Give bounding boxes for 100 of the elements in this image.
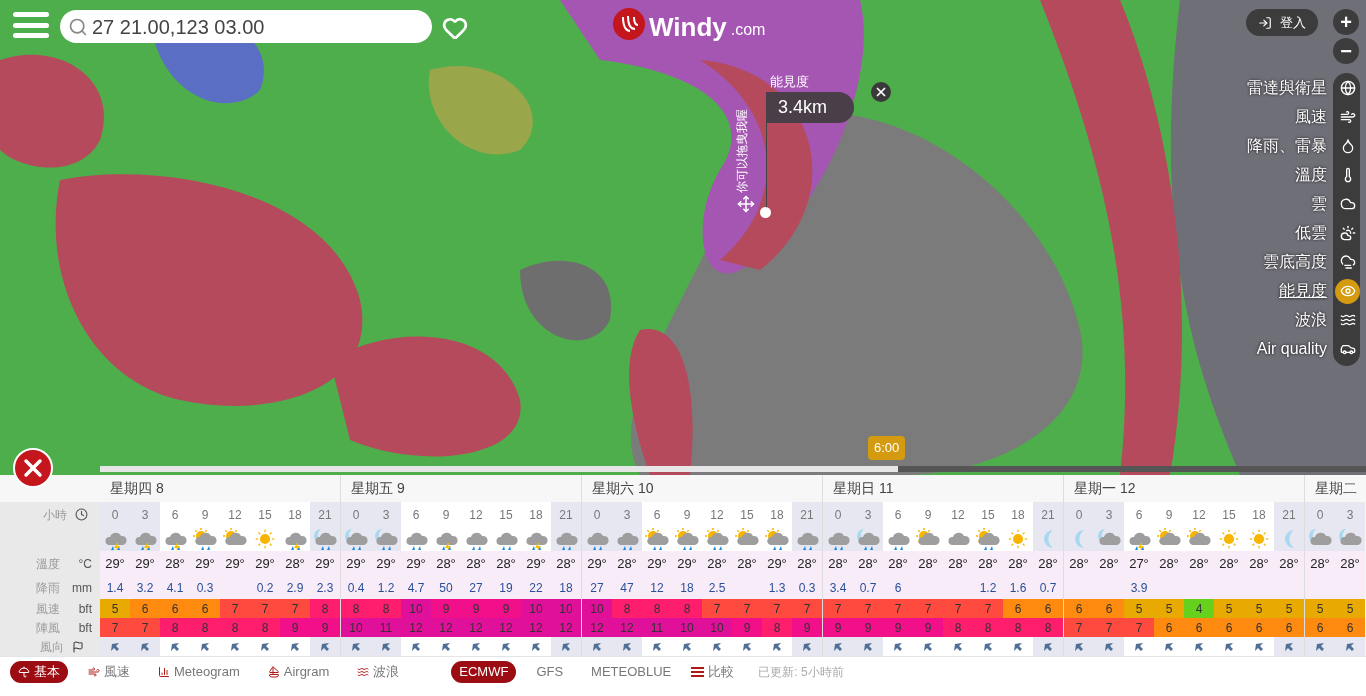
layer-item[interactable]: 能見度 bbox=[1279, 278, 1360, 304]
view-tab[interactable]: Airgram bbox=[259, 661, 338, 683]
day-label: 星期五 9 bbox=[351, 479, 405, 498]
gust-value: 8 bbox=[1003, 618, 1033, 637]
layer-item[interactable]: 溫度 bbox=[1295, 162, 1360, 188]
view-tab[interactable]: Meteogram bbox=[150, 661, 248, 683]
sun-icon bbox=[1007, 528, 1029, 550]
temperature-value: 28° bbox=[917, 555, 939, 574]
wind-icon bbox=[1339, 109, 1356, 125]
hour-label: 9 bbox=[200, 506, 210, 524]
gust-value: 12 bbox=[521, 618, 551, 637]
layer-item[interactable]: 雲底高度 bbox=[1263, 249, 1360, 275]
view-tab[interactable]: 風速 bbox=[80, 661, 138, 683]
hour-label: 12 bbox=[1191, 506, 1207, 524]
layer-item[interactable]: Air quality bbox=[1256, 336, 1360, 362]
hour-label: 18 bbox=[1251, 506, 1267, 524]
view-tab[interactable]: 波浪 bbox=[349, 661, 408, 683]
hour-label: 3 bbox=[381, 506, 391, 524]
gust-value: 7 bbox=[130, 618, 160, 637]
gust-value: 10 bbox=[672, 618, 702, 637]
layer-item[interactable]: 雷達與衛星 bbox=[1247, 75, 1360, 101]
temperature-value: 29° bbox=[134, 555, 156, 574]
wind-value: 6 bbox=[190, 599, 220, 618]
wind-arrow-icon bbox=[380, 640, 392, 653]
wind-value: 7 bbox=[883, 599, 913, 618]
menu-icon[interactable] bbox=[13, 12, 49, 38]
hour-label: 0 bbox=[351, 506, 361, 524]
rain-value: 4.1 bbox=[165, 580, 185, 597]
model-tab[interactable]: METEOBLUE bbox=[583, 661, 680, 683]
temperature-value: 28° bbox=[857, 555, 879, 574]
sun-icon bbox=[1218, 528, 1240, 550]
cloud-icon bbox=[1339, 225, 1356, 241]
gust-value: 12 bbox=[401, 618, 431, 637]
wind-arrow-icon bbox=[1223, 640, 1235, 653]
view-tab[interactable]: 基本 bbox=[10, 661, 68, 683]
hour-label: 12 bbox=[227, 506, 243, 524]
sun-rain-icon bbox=[191, 527, 219, 551]
temperature-value: 29° bbox=[254, 555, 276, 574]
rain-value: 6 bbox=[893, 580, 903, 597]
hour-label: 0 bbox=[1315, 506, 1325, 524]
temperature-value: 28° bbox=[164, 555, 186, 574]
wind-arrow-icon bbox=[1133, 640, 1145, 653]
temperature-value: 28° bbox=[887, 555, 909, 574]
layer-item[interactable]: 低雲 bbox=[1295, 220, 1360, 246]
gust-value: 11 bbox=[371, 618, 401, 637]
hour-label: 18 bbox=[769, 506, 785, 524]
wind-arrow-icon bbox=[289, 640, 301, 653]
temperature-value: 28° bbox=[1007, 555, 1029, 574]
rain-value: 1.2 bbox=[376, 580, 396, 597]
move-icon bbox=[737, 195, 755, 213]
login-button[interactable]: 登入 bbox=[1246, 9, 1318, 36]
temperature-value: 29° bbox=[104, 555, 126, 574]
rain-value: 3.9 bbox=[1129, 580, 1149, 597]
temperature-value: 28° bbox=[1158, 555, 1180, 574]
layer-item[interactable]: 雲 bbox=[1311, 191, 1360, 217]
search-input[interactable]: 27 21.00,123 03.00 bbox=[92, 11, 412, 42]
gust-value: 9 bbox=[883, 618, 913, 637]
rain-value: 0.4 bbox=[346, 580, 366, 597]
hour-label: 12 bbox=[468, 506, 484, 524]
wind-value: 7 bbox=[220, 599, 250, 618]
day-label: 星期日 11 bbox=[833, 479, 894, 498]
temperature-value: 28° bbox=[1188, 555, 1210, 574]
rain-value: 1.4 bbox=[105, 580, 125, 597]
wind-arrow-icon bbox=[229, 640, 241, 653]
sun-rain-icon bbox=[703, 527, 731, 551]
eye-icon bbox=[1339, 283, 1356, 299]
model-tab[interactable]: GFS bbox=[528, 661, 572, 683]
gust-value: 12 bbox=[461, 618, 491, 637]
gust-value: 12 bbox=[431, 618, 461, 637]
model-tab[interactable]: ECMWF bbox=[451, 661, 517, 683]
wind-value: 5 bbox=[100, 599, 130, 618]
wind-arrow-icon bbox=[922, 640, 934, 653]
layer-item[interactable]: 波浪 bbox=[1295, 307, 1360, 333]
gust-value: 8 bbox=[762, 618, 792, 637]
heart-icon[interactable] bbox=[442, 15, 468, 41]
moon-rain-icon bbox=[342, 527, 370, 551]
wind-value: 7 bbox=[280, 599, 310, 618]
rain-value: 27 bbox=[589, 580, 605, 597]
rain-value: 18 bbox=[679, 580, 695, 597]
rain-value: 1.2 bbox=[978, 580, 998, 597]
wind-value: 7 bbox=[973, 599, 1003, 618]
wind-value: 9 bbox=[461, 599, 491, 618]
rain-value: 0.3 bbox=[195, 580, 215, 597]
gust-value: 7 bbox=[100, 618, 130, 637]
layer-item[interactable]: 降雨、雷暴 bbox=[1247, 133, 1360, 159]
wind-value: 7 bbox=[250, 599, 280, 618]
globe-icon bbox=[1339, 80, 1356, 96]
wind-value: 10 bbox=[521, 599, 551, 618]
wind-arrow-icon bbox=[350, 640, 362, 653]
gust-value: 12 bbox=[612, 618, 642, 637]
wind-value: 5 bbox=[1244, 599, 1274, 618]
gust-value: 8 bbox=[220, 618, 250, 637]
hour-label: 15 bbox=[1221, 506, 1237, 524]
temperature-value: 29° bbox=[646, 555, 668, 574]
hour-label: 9 bbox=[1164, 506, 1174, 524]
compare-button[interactable]: 比較 bbox=[691, 662, 735, 682]
search-field[interactable]: 27 21.00,123 03.00 bbox=[60, 10, 432, 43]
wind-value: 7 bbox=[913, 599, 943, 618]
layer-item[interactable]: 風速 bbox=[1295, 104, 1360, 130]
rain-value: 3.2 bbox=[135, 580, 155, 597]
